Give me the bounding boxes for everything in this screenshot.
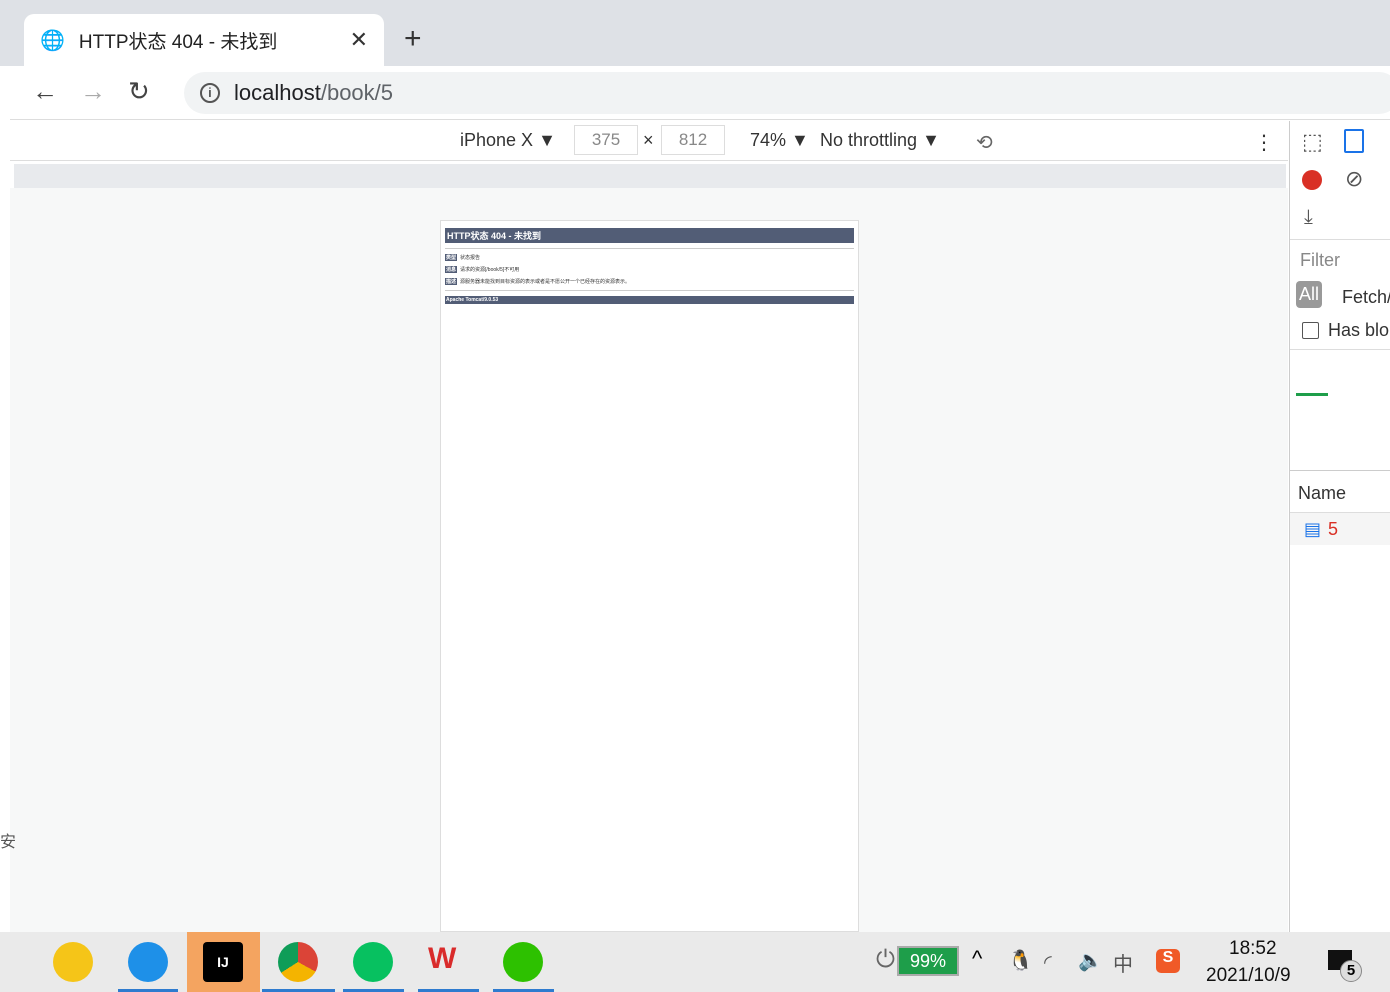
chrome-icon[interactable]	[278, 942, 318, 982]
divider	[445, 248, 854, 249]
back-icon[interactable]: ←	[32, 76, 58, 107]
sogou-icon[interactable]: S	[1156, 949, 1180, 973]
notification-count: 5	[1340, 960, 1362, 982]
power-plug-icon: ⏻	[876, 946, 895, 973]
clock-date[interactable]: 2021/10/9	[1206, 965, 1291, 987]
clock-time[interactable]: 18:52	[1229, 938, 1277, 960]
edge-icon[interactable]	[128, 942, 168, 982]
globe-icon: 🌐	[40, 29, 65, 52]
times-sign: ×	[643, 130, 654, 150]
tab-title: HTTP状态 404 - 未找到	[78, 31, 278, 53]
has-blocked-checkbox[interactable]	[1302, 322, 1319, 339]
filter-input[interactable]: Filter	[1300, 250, 1340, 271]
intellij-taskbar[interactable]: IJ	[187, 932, 260, 992]
qq-icon[interactable]: 🐧	[1008, 948, 1033, 973]
download-icon[interactable]: ⤓	[1304, 206, 1313, 229]
has-blocked-label: Has blo	[1328, 320, 1390, 340]
url-host: localhost	[234, 80, 321, 105]
row-message: 消息 请求的资源[/book/5]不可用	[445, 266, 520, 273]
volume-icon[interactable]: 🔈	[1078, 948, 1103, 973]
ime-icon[interactable]: 中	[1113, 948, 1133, 977]
more-icon[interactable]: ⋮	[1254, 130, 1274, 155]
server-footer: Apache Tomcat/9.0.53	[445, 296, 854, 304]
row-type: 类型 状态报告	[445, 254, 481, 261]
row-description: 描述 源服务器未能找到目标资源的表示或者是不愿公开一个已经存在的资源表示。	[445, 278, 631, 285]
throttling-select[interactable]: No throttling ▼	[820, 130, 940, 151]
height-input[interactable]: 812	[661, 125, 725, 155]
overview-timeline[interactable]	[1290, 349, 1390, 471]
divider	[445, 290, 854, 291]
width-input[interactable]: 375	[574, 125, 638, 155]
device-toolbar: iPhone X ▼ 375 × 812 74% ▼ No throttling…	[10, 121, 1288, 161]
media-query-bar[interactable]	[14, 164, 1286, 188]
request-row[interactable]: ▤ 5	[1290, 512, 1390, 545]
column-name[interactable]: Name	[1298, 483, 1346, 504]
rotate-icon[interactable]: ⟲	[976, 130, 993, 155]
error-title: HTTP状态 404 - 未找到	[445, 228, 854, 243]
tab-active[interactable]: 🌐 HTTP状态 404 - 未找到 ✕	[24, 14, 384, 66]
close-tab-icon[interactable]: ✕	[350, 27, 368, 53]
record-icon[interactable]	[1302, 170, 1322, 190]
device-mode-icon[interactable]	[1344, 129, 1364, 153]
taskbar: IJ W ⏻ 99% ^ 🐧 ◜ 🔈 中 S 18:52 2021/10/9 5	[0, 932, 1390, 992]
qq-music-icon[interactable]	[53, 942, 93, 982]
chip-all[interactable]: All	[1296, 281, 1323, 308]
wechat-icon[interactable]	[503, 942, 543, 982]
chip-fetch[interactable]: Fetch/	[1342, 287, 1390, 308]
address-bar[interactable]: i localhost/book/5	[184, 72, 1390, 114]
shopping-icon[interactable]	[353, 942, 393, 982]
document-icon: ▤	[1304, 519, 1322, 539]
inspect-icon[interactable]: ⬚	[1302, 129, 1323, 155]
url-path: /book/5	[320, 80, 394, 105]
wifi-icon[interactable]: ◜	[1044, 950, 1052, 975]
wps-icon[interactable]: W	[428, 942, 468, 982]
device-select[interactable]: iPhone X ▼	[460, 130, 556, 151]
forward-icon[interactable]: →	[80, 76, 106, 107]
battery-indicator[interactable]: 99%	[897, 946, 959, 976]
request-name: 5	[1328, 519, 1339, 539]
info-icon[interactable]: i	[200, 83, 220, 103]
browser-toolbar: ← → ↻ i localhost/book/5	[10, 66, 1390, 120]
devtools-network-panel: ⬚ ⊘ ⤓ Filter All Fetch/ Has blo Name ▤ 5	[1289, 121, 1390, 932]
chevron-up-icon[interactable]: ^	[972, 946, 982, 972]
new-tab-button[interactable]: +	[404, 22, 422, 56]
desktop-text: 安	[0, 834, 17, 851]
zoom-select[interactable]: 74% ▼	[750, 130, 809, 151]
clear-icon[interactable]: ⊘	[1345, 166, 1363, 192]
reload-icon[interactable]: ↻	[128, 76, 150, 107]
error-page: HTTP状态 404 - 未找到 类型 状态报告 消息 请求的资源[/book/5]…	[440, 220, 859, 932]
